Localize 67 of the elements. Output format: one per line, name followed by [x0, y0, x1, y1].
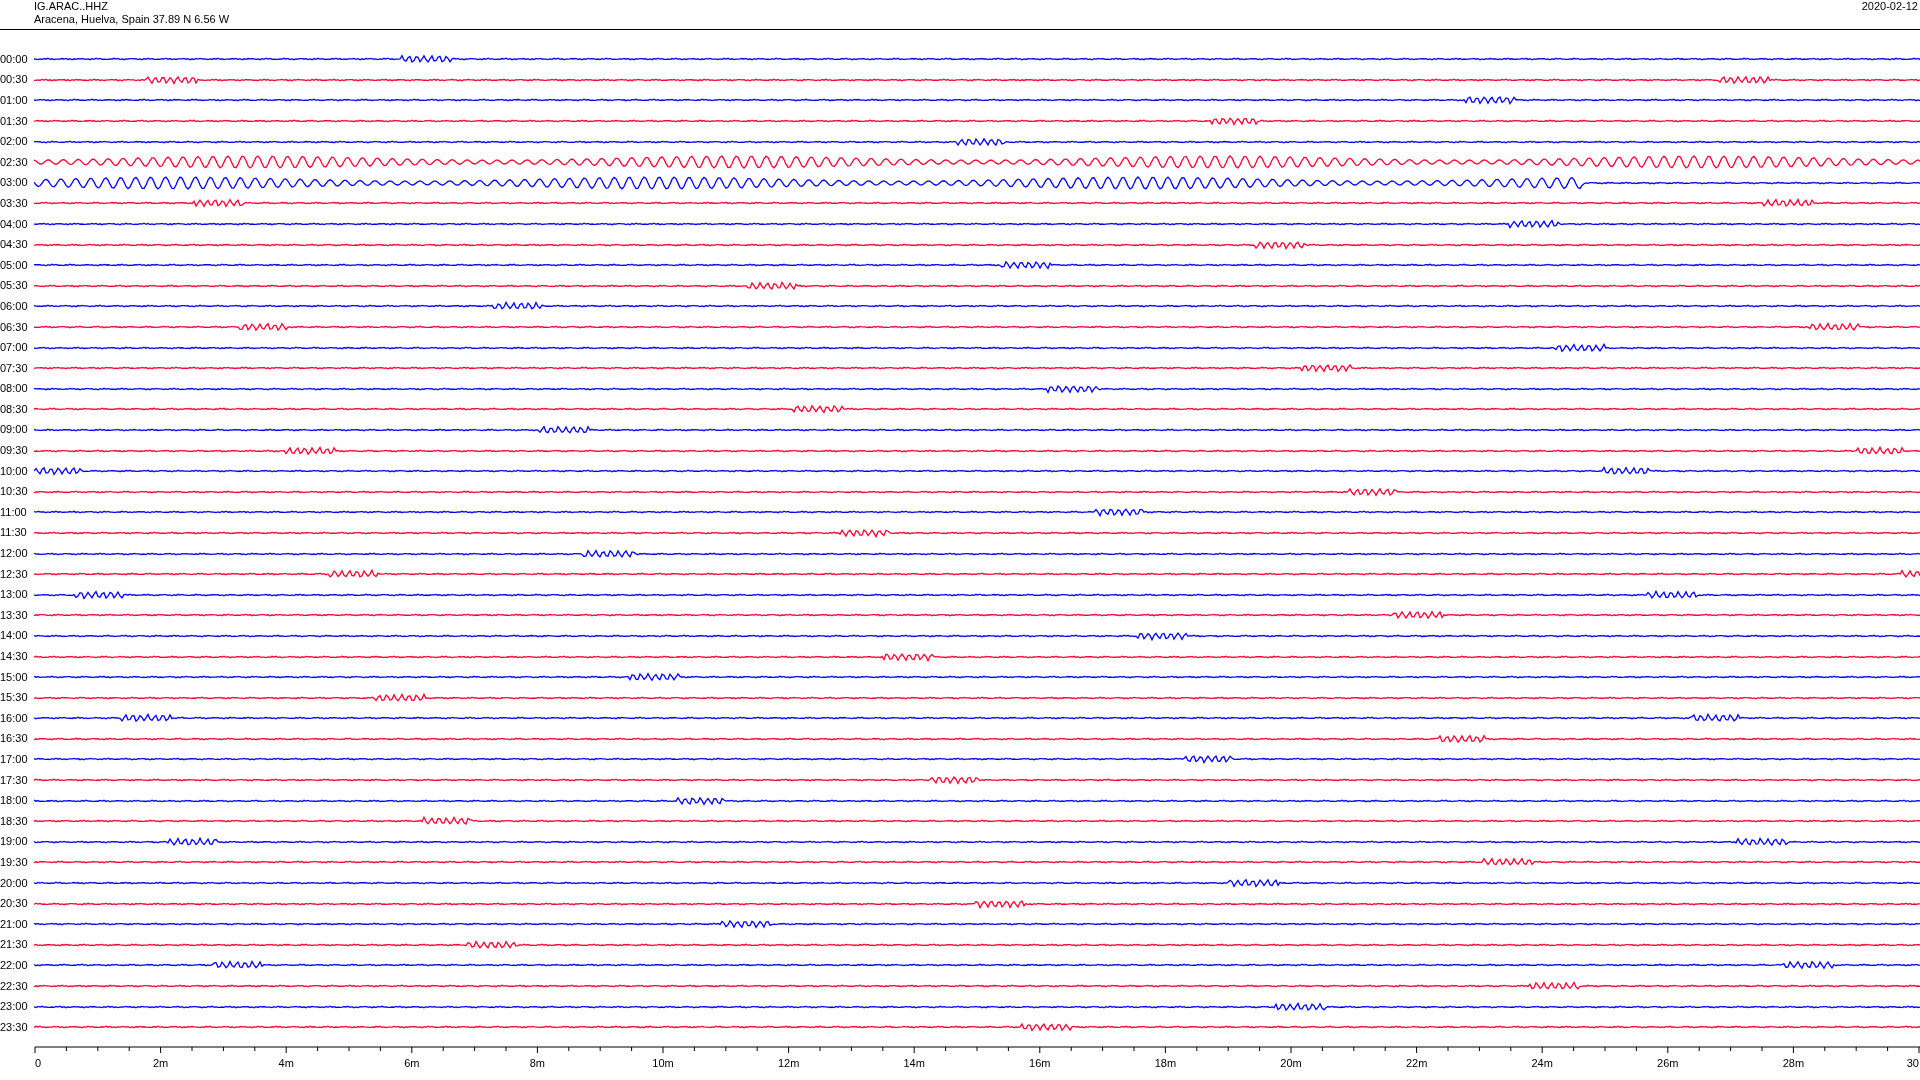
time-label: 19:00 [0, 836, 29, 848]
time-label: 14:00 [0, 630, 29, 642]
time-label: 08:30 [0, 403, 29, 415]
time-label: 00:00 [0, 53, 29, 65]
time-label: 08:00 [0, 383, 29, 395]
time-label: 13:30 [0, 609, 29, 621]
time-label: 02:30 [0, 156, 29, 168]
axis-tick-label: 26m [1657, 1056, 1679, 1069]
time-label: 10:30 [0, 486, 29, 498]
axis-tick-label: 14m [903, 1056, 925, 1069]
axis-tick-label: 2m [152, 1056, 169, 1069]
time-label: 12:00 [0, 548, 29, 560]
time-label: 04:00 [0, 218, 29, 230]
time-label: 07:00 [0, 342, 29, 354]
time-label: 18:30 [0, 815, 29, 827]
time-label: 18:00 [0, 795, 29, 807]
time-label: 12:30 [0, 568, 29, 580]
axis-tick-label: 6m [404, 1056, 420, 1069]
time-label: 15:30 [0, 692, 29, 704]
station-location: Aracena, Huelva, Spain 37.89 N 6.56 W [34, 13, 230, 26]
time-label: 20:30 [0, 898, 29, 910]
time-label: 19:30 [0, 856, 29, 868]
axis-tick-label: 10m [652, 1056, 674, 1069]
time-label: 16:00 [0, 712, 29, 724]
axis-tick-label: 22m [1405, 1056, 1428, 1069]
time-label: 03:30 [0, 197, 29, 209]
time-label: 05:30 [0, 280, 29, 292]
time-label: 23:30 [0, 1021, 29, 1033]
time-label: 21:30 [0, 939, 29, 951]
time-label: 03:00 [0, 177, 29, 189]
time-label: 01:30 [0, 115, 29, 127]
time-label: 06:00 [0, 300, 29, 312]
time-label: 01:00 [0, 95, 29, 106]
axis-tick-label: 4m [278, 1056, 294, 1069]
time-label: 02:00 [0, 136, 29, 148]
time-label: 09:30 [0, 445, 29, 457]
time-label: 11:00 [0, 506, 28, 518]
axis-tick-label: 8m [529, 1056, 546, 1069]
time-label: 00:30 [0, 74, 29, 86]
axis-tick-label: 18m [1154, 1056, 1177, 1069]
time-label: 16:30 [0, 733, 29, 745]
date-label: 2020-02-12 [1861, 0, 1918, 14]
axis-tick-label: 28m [1782, 1056, 1805, 1069]
time-label: 04:30 [0, 239, 29, 251]
axis-tick-label: 16m [1029, 1056, 1051, 1069]
time-label: 17:30 [0, 774, 29, 786]
time-label: 22:00 [0, 959, 29, 971]
axis-tick-label: 20m [1280, 1056, 1302, 1069]
time-label: 14:30 [0, 651, 29, 662]
time-label: 11:30 [0, 527, 28, 539]
time-label: 13:00 [0, 589, 29, 601]
time-label: 05:00 [0, 259, 29, 271]
axis-tick-label: 0 [35, 1056, 42, 1069]
time-label: 21:00 [0, 918, 29, 930]
axis-tick-label: 12m [777, 1056, 800, 1069]
time-label: 06:30 [0, 321, 29, 333]
axis-tick-label: 30 [1906, 1056, 1919, 1069]
axis-tick-label: 24m [1531, 1056, 1553, 1069]
time-label: 22:30 [0, 980, 29, 992]
time-label: 20:00 [0, 877, 29, 889]
time-label: 23:00 [0, 1001, 29, 1013]
time-label: 15:00 [0, 671, 29, 683]
time-label: 09:00 [0, 424, 29, 436]
time-label: 17:00 [0, 754, 29, 765]
time-label: 07:30 [0, 362, 29, 374]
time-label: 10:00 [0, 465, 29, 477]
station-code: IG.ARAC..HHZ [34, 0, 109, 13]
